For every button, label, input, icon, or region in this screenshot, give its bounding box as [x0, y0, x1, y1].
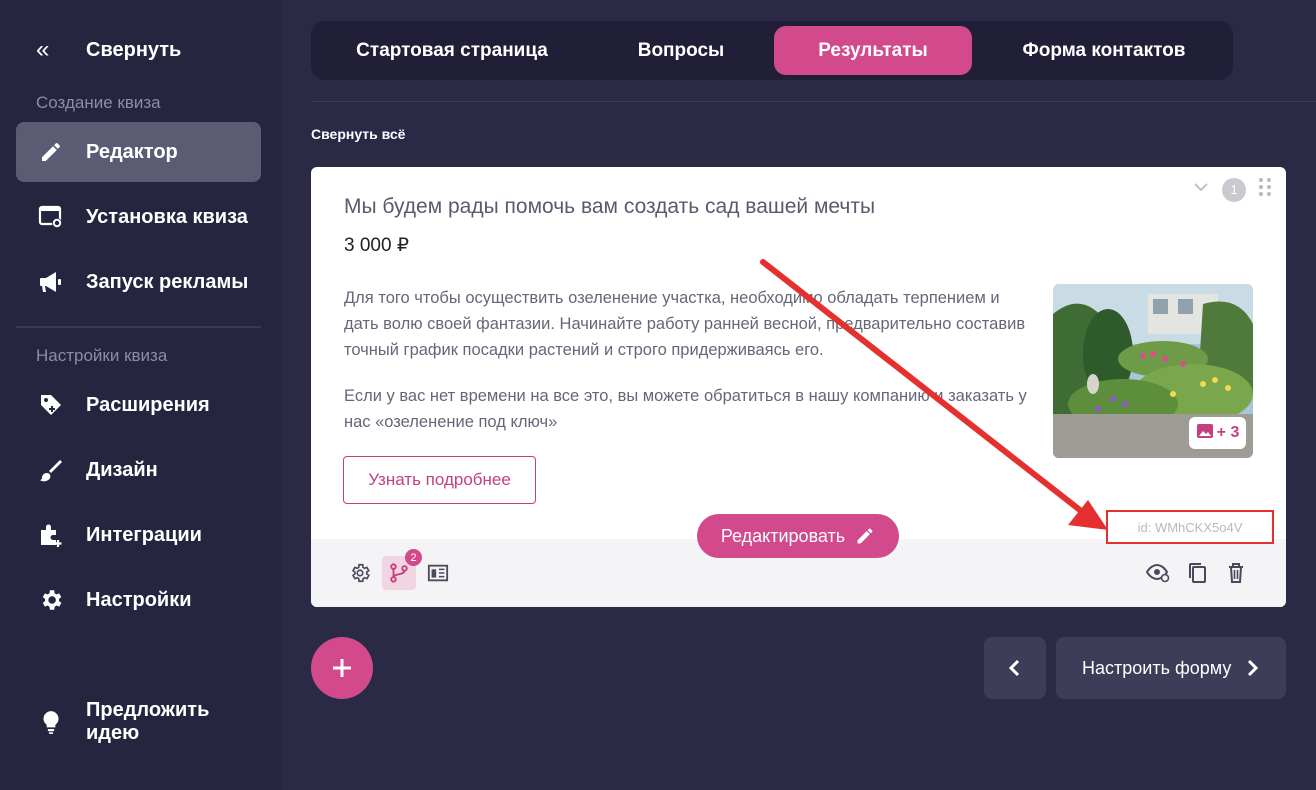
drag-handle-icon[interactable] — [1258, 177, 1272, 202]
result-title: Мы будем рады помочь вам создать сад ваш… — [344, 195, 876, 218]
learn-more-button[interactable]: Узнать подробнее — [343, 456, 536, 504]
layout-icon[interactable] — [421, 556, 455, 590]
result-description-1: Для того чтобы осуществить озеленение уч… — [344, 289, 1026, 359]
brush-icon — [38, 457, 64, 483]
image-icon — [1196, 423, 1214, 444]
tab-results[interactable]: Результаты — [774, 26, 972, 75]
sidebar-item-label: Расширения — [86, 393, 210, 416]
megaphone-icon — [38, 269, 64, 295]
card-top-controls: 1 — [1192, 177, 1272, 202]
sidebar-item-label: Установка квиза — [86, 205, 248, 228]
collapse-sidebar-button[interactable]: « Свернуть — [36, 34, 181, 66]
pencil-icon — [857, 528, 873, 544]
image-count: + 3 — [1216, 424, 1240, 441]
edit-button-label: Редактировать — [720, 525, 846, 546]
sidebar-divider — [16, 326, 261, 328]
branching-button[interactable]: 2 — [382, 549, 422, 590]
chevron-right-icon — [1248, 659, 1259, 677]
sidebar-item-settings[interactable]: Настройки — [16, 570, 261, 630]
result-description-2: Если у вас нет времени на все это, вы мо… — [344, 387, 1027, 431]
plus-icon — [333, 659, 351, 677]
sidebar-item-ads[interactable]: Запуск рекламы — [16, 252, 261, 312]
tab-start-page[interactable]: Стартовая страница — [321, 26, 583, 75]
sidebar-item-label: Предложить идею — [86, 699, 210, 744]
edit-result-button[interactable]: Редактировать — [697, 514, 899, 558]
add-result-button[interactable] — [311, 637, 373, 699]
section-title-settings: Настройки квиза — [36, 346, 168, 365]
sidebar-item-extensions[interactable]: Расширения — [16, 375, 261, 435]
chevron-left-icon — [1008, 659, 1020, 677]
tab-bar: Стартовая страница Вопросы Результаты Фо… — [311, 21, 1233, 80]
sidebar: « Свернуть Создание квиза Редактор Устан… — [0, 0, 282, 790]
sidebar-item-label: Настройки — [86, 588, 192, 611]
pencil-icon — [38, 139, 64, 165]
more-images-badge[interactable]: + 3 — [1189, 417, 1246, 449]
window-settings-icon — [38, 204, 64, 230]
tag-plus-icon — [38, 392, 64, 418]
sidebar-item-label: Интеграции — [86, 523, 202, 546]
sidebar-item-label: Дизайн — [86, 458, 158, 481]
lightbulb-icon — [38, 709, 64, 735]
delete-icon[interactable] — [1219, 556, 1253, 590]
result-number-badge: 1 — [1222, 177, 1246, 202]
sidebar-item-label: Редактор — [86, 140, 178, 163]
double-chevron-left-icon: « — [36, 36, 50, 63]
copy-icon[interactable] — [1180, 556, 1214, 590]
settings-icon[interactable] — [343, 556, 377, 590]
header-divider — [311, 101, 1316, 102]
result-card: 1 Мы будем рады помочь вам создать сад в… — [311, 167, 1286, 607]
chevron-down-icon[interactable] — [1192, 178, 1210, 201]
gear-icon — [38, 587, 64, 613]
result-image[interactable]: + 3 — [1053, 284, 1253, 458]
plugin-plus-icon — [38, 522, 64, 548]
configure-form-label: Настроить форму — [1082, 657, 1232, 678]
section-title-create: Создание квиза — [36, 93, 161, 112]
result-price: 3 000 ₽ — [344, 235, 409, 256]
configure-form-button[interactable]: Настроить форму — [1056, 637, 1286, 699]
sidebar-item-editor[interactable]: Редактор — [16, 122, 261, 182]
branch-icon — [390, 563, 408, 583]
sidebar-item-install[interactable]: Установка квиза — [16, 187, 261, 247]
result-id-label: id: WMhCKX5o4V — [1106, 510, 1274, 544]
tab-questions[interactable]: Вопросы — [596, 26, 766, 75]
branch-count-badge: 2 — [405, 549, 422, 566]
sidebar-item-suggest-idea[interactable]: Предложить идею — [16, 692, 261, 752]
collapse-label: Свернуть — [86, 38, 182, 61]
tab-contact-form[interactable]: Форма контактов — [983, 26, 1225, 75]
sidebar-item-design[interactable]: Дизайн — [16, 440, 261, 500]
eye-settings-icon[interactable] — [1141, 556, 1175, 590]
collapse-all-link[interactable]: Свернуть всё — [311, 126, 405, 142]
sidebar-item-integrations[interactable]: Интеграции — [16, 505, 261, 565]
sidebar-item-label: Запуск рекламы — [86, 270, 249, 293]
previous-step-button[interactable] — [984, 637, 1046, 699]
